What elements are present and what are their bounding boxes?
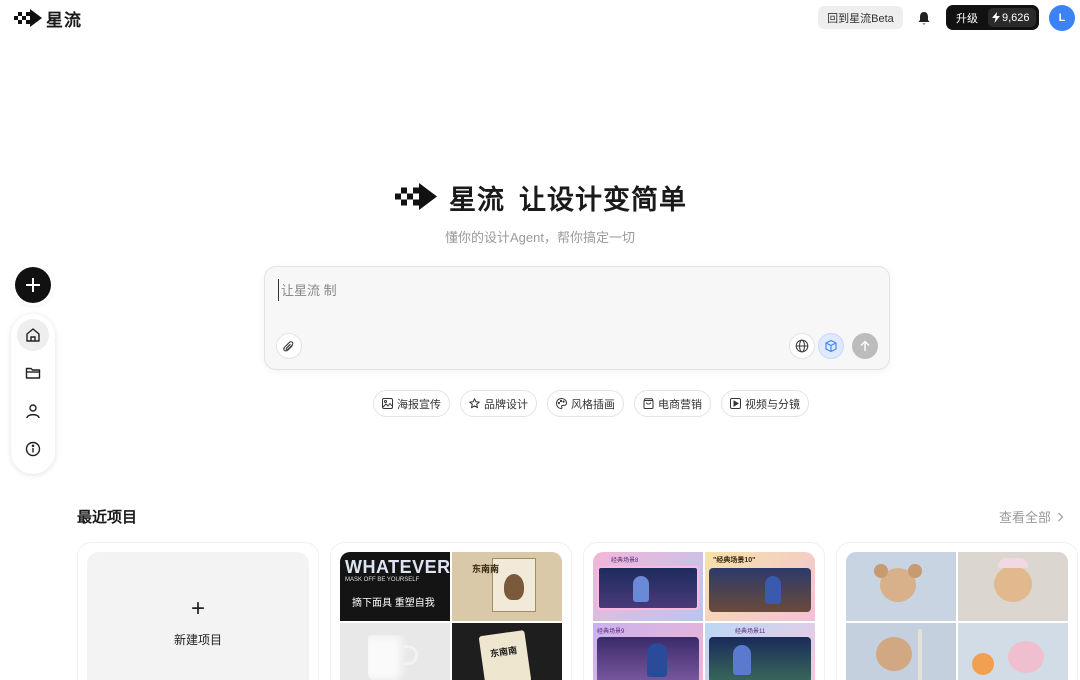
hero-brand: 星流 xyxy=(449,185,505,215)
poster-heading: WHATEVER xyxy=(345,557,450,577)
new-project-label: 新建项目 xyxy=(173,632,222,647)
thumbnail-scene: "经典场景10" xyxy=(705,552,815,621)
globe-icon xyxy=(795,339,809,353)
back-to-beta-button[interactable]: 回到星流Beta xyxy=(818,6,903,29)
credits-badge: 9,626 xyxy=(988,8,1036,27)
chip-ecommerce[interactable]: 电商营销 xyxy=(634,390,711,417)
project-card[interactable]: 经典场景8 "经典场景10" 经典场景9 经典场景11 xyxy=(583,542,825,680)
home-icon xyxy=(26,328,40,342)
view-all-link[interactable]: 查看全部 xyxy=(999,507,1064,526)
scene-title: "经典场景10" xyxy=(713,557,756,564)
new-project-card[interactable]: + 新建项目 xyxy=(77,542,319,680)
scene-title: 经典场景8 xyxy=(611,558,639,564)
chevron-right-icon xyxy=(1058,512,1064,521)
upgrade-button[interactable]: 升级 9,626 xyxy=(946,5,1039,30)
chip-brand[interactable]: 品牌设计 xyxy=(460,390,537,417)
credits-count: 9,626 xyxy=(1002,11,1030,24)
hero-title: 星流 让设计变简单 xyxy=(0,178,1080,217)
create-button[interactable] xyxy=(15,267,51,303)
thumbnail-mug xyxy=(340,623,450,680)
shopping-bag-icon xyxy=(643,398,654,409)
thumbnail-keychain xyxy=(958,623,1068,680)
thumbnail-keychain xyxy=(958,552,1068,621)
prompt-box xyxy=(264,266,890,370)
new-project-tile: + 新建项目 xyxy=(87,552,309,680)
thumbnail-illustration: 东南南 xyxy=(452,552,562,621)
thumbnail-keychain xyxy=(846,623,956,680)
avatar[interactable]: L xyxy=(1049,5,1075,31)
chip-label: 海报宣传 xyxy=(397,398,441,411)
plus-icon xyxy=(26,278,40,292)
paperclip-icon xyxy=(283,340,294,352)
project-thumbnails xyxy=(846,552,1068,680)
sidebar-item-projects[interactable] xyxy=(17,357,49,389)
poster-tagline: MASK OFF BE YOURSELF xyxy=(345,577,420,583)
bolt-icon xyxy=(992,12,1000,23)
web-search-button[interactable] xyxy=(789,333,815,359)
pixel-logo-icon xyxy=(395,182,437,210)
project-thumbnails: 经典场景8 "经典场景10" 经典场景9 经典场景11 xyxy=(593,552,815,680)
avatar-initial: L xyxy=(1058,12,1066,24)
hero-slogan: 让设计变简单 xyxy=(519,185,687,215)
palette-icon xyxy=(556,398,567,409)
sidebar-nav xyxy=(11,314,55,474)
top-bar: 星流 回到星流Beta 升级 9,626 L xyxy=(0,0,1080,36)
upgrade-label: 升级 xyxy=(956,12,978,25)
plus-icon: + xyxy=(190,594,205,622)
prompt-input[interactable] xyxy=(278,279,838,301)
cube-icon xyxy=(825,339,837,353)
image-icon xyxy=(382,398,393,409)
project-thumbnails: WHATEVER MASK OFF BE YOURSELF 摘下面具 重塑自我 … xyxy=(340,552,562,680)
attach-button[interactable] xyxy=(276,333,302,359)
chip-label: 视频与分镜 xyxy=(745,398,800,411)
arrow-up-icon xyxy=(860,340,870,351)
bell-icon[interactable] xyxy=(914,8,934,28)
chip-video[interactable]: 视频与分镜 xyxy=(721,390,809,417)
project-card[interactable] xyxy=(836,542,1078,680)
star-icon xyxy=(469,398,480,409)
scene-title: 经典场景9 xyxy=(597,629,625,635)
model-button[interactable] xyxy=(818,333,844,359)
hero-subtitle: 懂你的设计Agent，帮你搞定一切 xyxy=(445,230,635,245)
sidebar-item-home[interactable] xyxy=(17,319,49,351)
scene-title: 经典场景11 xyxy=(735,629,766,635)
sidebar-item-profile[interactable] xyxy=(17,395,49,427)
chip-poster[interactable]: 海报宣传 xyxy=(373,390,450,417)
poster-caption: 摘下面具 重塑自我 xyxy=(352,598,435,609)
sidebar-item-about[interactable] xyxy=(17,433,49,465)
recent-projects-title: 最近项目 xyxy=(77,509,138,526)
send-button[interactable] xyxy=(852,333,878,359)
illustration-title: 东南南 xyxy=(472,564,500,574)
thumbnail-card: 东南南 xyxy=(452,623,562,680)
thumbnail-scene: 经典场景9 xyxy=(593,623,703,680)
user-icon xyxy=(26,404,40,419)
thumbnail-keychain xyxy=(846,552,956,621)
info-icon xyxy=(25,441,41,457)
folder-icon xyxy=(25,367,41,379)
brand-name: 星流 xyxy=(46,11,82,30)
pixel-logo-icon xyxy=(14,8,42,27)
chip-label: 风格插画 xyxy=(571,398,615,411)
chip-label: 品牌设计 xyxy=(484,398,528,411)
thumbnail-scene: 经典场景11 xyxy=(705,623,815,680)
thumbnail-poster: WHATEVER MASK OFF BE YOURSELF 摘下面具 重塑自我 xyxy=(340,552,450,621)
play-icon xyxy=(730,398,741,409)
chip-label: 电商营销 xyxy=(658,398,702,411)
view-all-label: 查看全部 xyxy=(999,510,1052,525)
chip-illustration[interactable]: 风格插画 xyxy=(547,390,624,417)
quick-actions: 海报宣传 品牌设计 风格插画 电商营销 视频与分镜 xyxy=(373,390,809,417)
thumbnail-scene: 经典场景8 xyxy=(593,552,703,621)
brand-logo[interactable]: 星流 xyxy=(14,6,82,31)
project-card[interactable]: WHATEVER MASK OFF BE YOURSELF 摘下面具 重塑自我 … xyxy=(330,542,572,680)
